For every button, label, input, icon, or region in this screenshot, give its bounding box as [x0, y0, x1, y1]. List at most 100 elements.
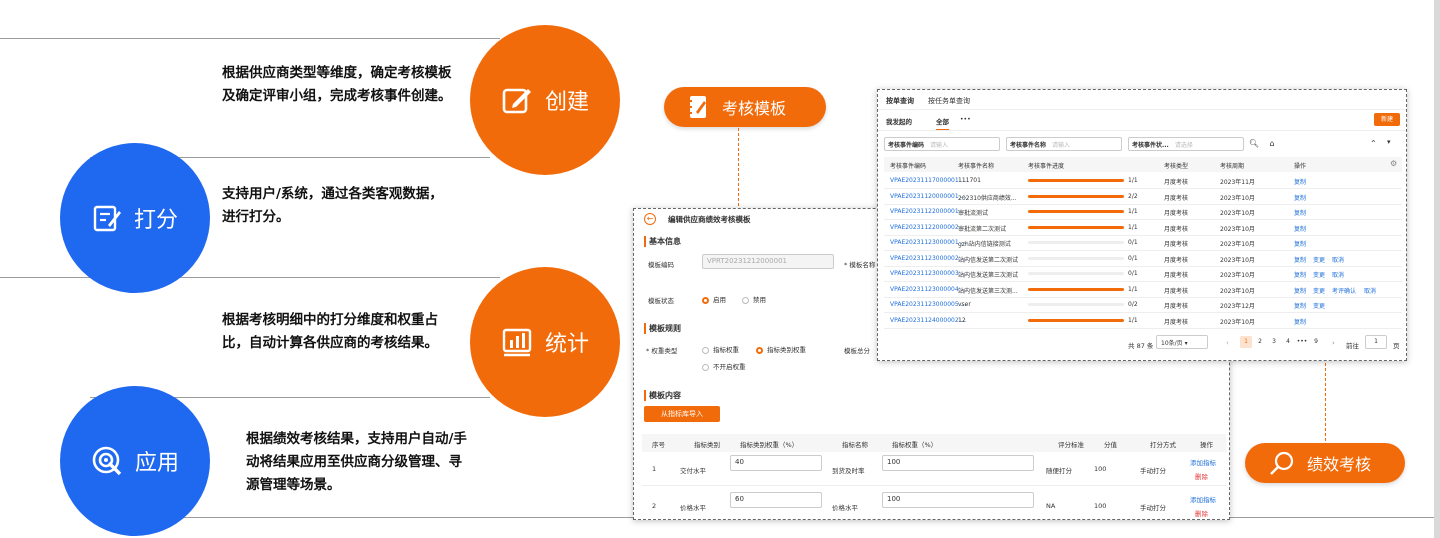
- assessment-period: 2023年10月: [1220, 256, 1255, 264]
- row-action-link[interactable]: 变更: [1313, 255, 1325, 264]
- tab-by-task[interactable]: 按任务单查询: [928, 96, 970, 106]
- next-page-icon[interactable]: ›: [1332, 339, 1335, 347]
- row-action-link[interactable]: 复制: [1294, 177, 1306, 186]
- status-enabled-radio[interactable]: 启用: [702, 294, 726, 304]
- scrollbar[interactable]: [1434, 0, 1440, 538]
- scoring-label: 打分: [133, 208, 178, 233]
- row-action-link[interactable]: 变更: [1313, 301, 1325, 310]
- assessment-type: 月度考核: [1164, 179, 1189, 186]
- event-code-link[interactable]: VPAE20231123000001 ...: [890, 239, 966, 246]
- weight-option-none[interactable]: 不开启权重: [702, 361, 746, 371]
- settings-icon[interactable]: ⚙: [1390, 159, 1397, 168]
- filter-label: 考核事件名称: [1010, 142, 1047, 149]
- indicator-name: 价格水平: [832, 504, 858, 512]
- row-action-link[interactable]: 复制: [1294, 239, 1306, 248]
- row-action-link[interactable]: 取消: [1332, 270, 1344, 279]
- page-size-select[interactable]: 10条/页 ▾: [1156, 335, 1208, 349]
- row-action-link[interactable]: 复制: [1294, 193, 1306, 202]
- subtab-mine[interactable]: 我发起的: [886, 116, 912, 126]
- event-code-link[interactable]: VPAE20231123000003 ...: [890, 270, 966, 277]
- progress-fill: [1028, 210, 1124, 213]
- event-code-link[interactable]: VPAE20231123000002 ...: [890, 255, 966, 262]
- row-action-link[interactable]: 复制: [1294, 286, 1306, 295]
- delete-link[interactable]: 删除: [1195, 508, 1208, 518]
- scoring-circle: 打分: [60, 143, 210, 293]
- statistics-circle: 统计: [470, 267, 620, 417]
- delete-link[interactable]: 删除: [1195, 471, 1208, 481]
- row-action-link[interactable]: 取消: [1364, 286, 1376, 295]
- goto-input[interactable]: 1: [1365, 335, 1387, 349]
- page-button[interactable]: 3: [1268, 336, 1280, 348]
- progress-bar: [1028, 225, 1124, 229]
- list-col-header: 考核周期: [1220, 163, 1245, 170]
- progress-bar: [1028, 287, 1124, 291]
- add-indicator-link[interactable]: 添加指标: [1190, 457, 1216, 467]
- event-code-link[interactable]: VPAE20231122000001 ...: [890, 208, 966, 215]
- event-name: 站内信发送第三次测试: [958, 272, 1019, 279]
- code-input[interactable]: VPRT20231212000001: [702, 254, 834, 269]
- row-divider: [884, 265, 1402, 267]
- row-action-link[interactable]: 复制: [1294, 301, 1306, 310]
- indicator-weight-input[interactable]: 100: [882, 455, 1034, 471]
- event-code-link[interactable]: VPAE20231117000001 ...: [890, 177, 966, 184]
- subtab-all[interactable]: 全部: [936, 116, 949, 130]
- page-button[interactable]: 2: [1254, 336, 1266, 348]
- event-code-link[interactable]: VPAE20231124000002 ...: [890, 317, 966, 324]
- assessment-type: 月度考核: [1164, 210, 1189, 217]
- template-col-header: 指标类别: [694, 441, 720, 449]
- row-divider: [884, 312, 1402, 313]
- page-unit-label: 页: [1393, 342, 1400, 350]
- row-action-link[interactable]: 变更: [1313, 270, 1325, 279]
- filter-field[interactable]: 考核事件状... 请选择: [1128, 137, 1244, 151]
- assessment-period: 2023年10月: [1220, 272, 1255, 279]
- page-button[interactable]: 9: [1310, 336, 1322, 348]
- row-action-link[interactable]: 复制: [1294, 255, 1306, 264]
- indicator-weight-input[interactable]: 100: [882, 492, 1034, 508]
- category-weight-input[interactable]: 40: [730, 455, 822, 471]
- row-number: 1: [652, 465, 657, 473]
- template-col-header: 评分标准: [1058, 441, 1084, 449]
- scoring-icon: [92, 203, 122, 233]
- clear-icon[interactable]: ⌂: [1266, 139, 1278, 151]
- status-disabled-radio[interactable]: 禁用: [742, 294, 766, 304]
- progress-bar: [1028, 303, 1124, 306]
- row-action-link[interactable]: 取消: [1332, 255, 1344, 264]
- new-button[interactable]: 新建: [1374, 113, 1400, 126]
- prev-page-icon[interactable]: ‹: [1226, 339, 1229, 347]
- expand-icon[interactable]: ▾: [1387, 138, 1391, 146]
- assessment-type: 月度考核: [1164, 194, 1189, 202]
- search-button[interactable]: 🔍︎: [1248, 139, 1260, 151]
- create-label: 创建: [544, 90, 589, 115]
- event-code-link[interactable]: VPAE20231123000004 ...: [890, 286, 966, 293]
- page-button[interactable]: 4: [1282, 336, 1294, 348]
- row-action-link[interactable]: 复制: [1294, 224, 1306, 233]
- total-score-label: 模板总分: [844, 347, 870, 355]
- filter-field[interactable]: 考核事件名称 请输入: [1006, 137, 1122, 151]
- row-action-link[interactable]: 复制: [1294, 317, 1306, 326]
- weight-option-category[interactable]: 指标类别权重: [756, 344, 806, 354]
- row-action-link[interactable]: 复制: [1294, 270, 1306, 279]
- list-col-header: 考核类型: [1164, 163, 1189, 170]
- page-button[interactable]: 1: [1240, 336, 1252, 348]
- target-icon: [91, 445, 123, 477]
- add-indicator-link[interactable]: 添加指标: [1190, 494, 1216, 504]
- back-icon[interactable]: ←: [644, 213, 656, 225]
- tab-by-order[interactable]: 按单查询: [886, 96, 914, 110]
- row-number: 2: [652, 502, 657, 510]
- event-code-link[interactable]: VPAE20231123000005 ...: [890, 301, 966, 308]
- scoring-description: 支持用户/系统，通过各类客观数据，进行打分。: [222, 186, 443, 225]
- code-label: 模板编码: [648, 261, 674, 269]
- import-button[interactable]: 从指标库导入: [644, 406, 720, 422]
- weight-option-indicator[interactable]: 指标权重: [702, 344, 739, 354]
- event-name: 站内信发送第二次测试: [958, 256, 1019, 264]
- more-icon[interactable]: •••: [960, 116, 971, 123]
- row-action-link[interactable]: 复制: [1294, 208, 1306, 217]
- event-code-link[interactable]: VPAE20231120000001 ...: [890, 193, 966, 200]
- filter-field[interactable]: 考核事件编码 请输入: [884, 137, 1000, 151]
- event-code-link[interactable]: VPAE20231122000002 ...: [890, 224, 966, 231]
- row-action-link[interactable]: 变更: [1313, 286, 1325, 295]
- page-button[interactable]: •••: [1296, 336, 1308, 348]
- collapse-icon[interactable]: ⌃: [1370, 139, 1377, 148]
- category-weight-input[interactable]: 60: [730, 492, 822, 508]
- row-action-link[interactable]: 考评确认: [1332, 286, 1356, 295]
